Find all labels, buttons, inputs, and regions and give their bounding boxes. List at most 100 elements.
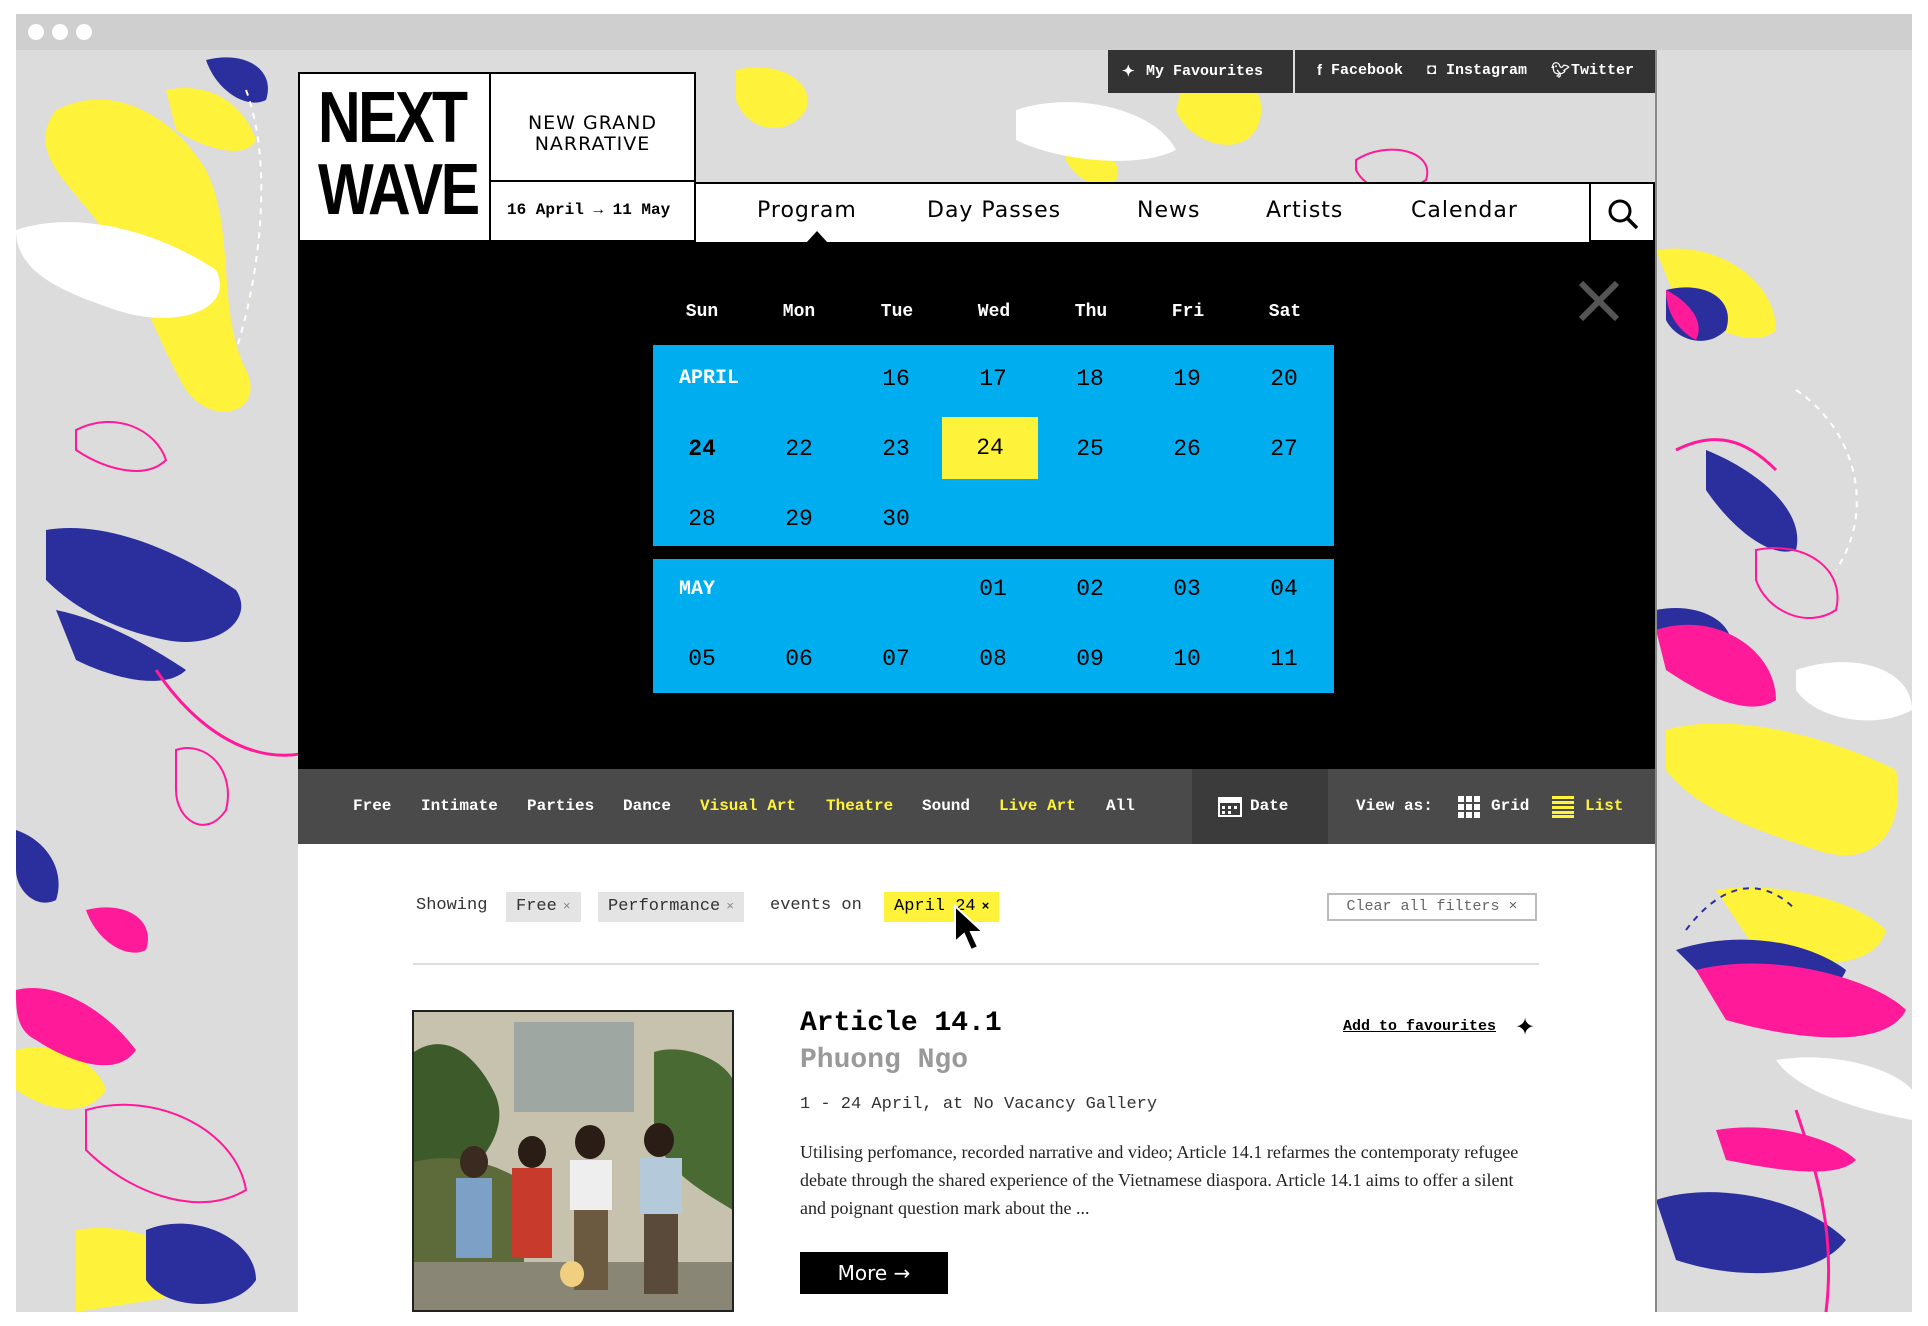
day-cell[interactable]: 07 [848, 628, 944, 690]
list-icon [1552, 796, 1574, 818]
page-edge [1655, 50, 1657, 1312]
filter-free[interactable]: Free [353, 797, 391, 815]
nav-artists[interactable]: Artists [1266, 198, 1343, 223]
filter-sound[interactable]: Sound [922, 797, 970, 815]
day-cell[interactable]: 01 [945, 558, 1041, 620]
favourite-star-icon[interactable]: ✦ [1515, 1013, 1535, 1042]
tagline-box: NEW GRAND NARRATIVE [491, 72, 696, 182]
date-filter-button[interactable]: Date [1192, 769, 1328, 844]
day-cell[interactable]: 16 [848, 348, 944, 410]
day-cell[interactable]: 20 [1236, 348, 1332, 410]
nav-calendar[interactable]: Calendar [1411, 198, 1518, 223]
filter-parties[interactable]: Parties [527, 797, 594, 815]
logo-line-2: WAVE [318, 150, 480, 230]
filter-dance[interactable]: Dance [623, 797, 671, 815]
day-cell[interactable]: 06 [751, 628, 847, 690]
may-label: MAY [679, 578, 716, 601]
today-cell[interactable]: 24 [654, 418, 750, 480]
twitter-icon: 🐦︎ [1551, 62, 1571, 79]
category-filter-bar [298, 769, 1655, 844]
event-when-where: 1 - 24 April, at No Vacancy Gallery [800, 1095, 1158, 1114]
instagram-link[interactable]: Instagram [1446, 62, 1527, 79]
search-icon [1608, 199, 1639, 230]
grid-icon [1458, 796, 1480, 818]
twitter-link[interactable]: Twitter [1571, 62, 1634, 79]
close-icon[interactable] [1577, 279, 1621, 323]
active-filter-performance[interactable]: Performance × [598, 892, 745, 922]
instagram-icon: ◘ [1427, 61, 1437, 78]
filter-intimate[interactable]: Intimate [421, 797, 498, 815]
logo-line-1: NEXT [318, 78, 468, 158]
tagline-line-1: NEW GRAND [527, 112, 658, 134]
day-cell[interactable]: 22 [751, 418, 847, 480]
view-as-label: View as: [1356, 797, 1433, 815]
festival-dates: 16 April → 11 May [507, 201, 671, 219]
star-icon: ✦ [1122, 63, 1135, 80]
selected-day-cell[interactable]: 24 [942, 417, 1038, 479]
remove-filter-icon[interactable]: × [726, 899, 734, 914]
day-cell[interactable]: 29 [751, 488, 847, 550]
day-cell[interactable]: 17 [945, 348, 1041, 410]
weekday-thu: Thu [1074, 302, 1108, 322]
window-dot-close[interactable] [28, 24, 44, 40]
calendar-icon [1218, 797, 1242, 817]
day-cell[interactable]: 18 [1042, 348, 1138, 410]
filter-live-art[interactable]: Live Art [999, 797, 1076, 815]
filter-visual-art[interactable]: Visual Art [700, 797, 796, 815]
add-to-favourites-link[interactable]: Add to favourites [1343, 1018, 1496, 1035]
day-cell[interactable]: 09 [1042, 628, 1138, 690]
clear-all-filters-button[interactable]: Clear all filters × [1327, 893, 1537, 921]
remove-filter-icon[interactable]: × [563, 899, 571, 914]
filter-theatre[interactable]: Theatre [826, 797, 893, 815]
active-filter-free[interactable]: Free × [506, 892, 581, 922]
social-links-bar: f Facebook ◘ Instagram 🐦︎ Twitter [1295, 50, 1655, 93]
filter-all[interactable]: All [1106, 797, 1135, 815]
browser-title-bar [16, 14, 1912, 50]
day-cell[interactable]: 04 [1236, 558, 1332, 620]
day-cell[interactable]: 26 [1139, 418, 1235, 480]
day-cell[interactable]: 08 [945, 628, 1041, 690]
search-button[interactable] [1589, 182, 1655, 242]
weekday-sun: Sun [685, 302, 719, 322]
weekday-tue: Tue [880, 302, 914, 322]
tagline-line-2: NARRATIVE [534, 133, 651, 155]
day-cell[interactable]: 10 [1139, 628, 1235, 690]
my-favourites-label: My Favourites [1146, 63, 1264, 80]
nav-program[interactable]: Program [757, 198, 857, 223]
mouse-cursor-icon [954, 904, 986, 952]
facebook-link[interactable]: Facebook [1331, 62, 1403, 79]
day-cell[interactable]: 30 [848, 488, 944, 550]
weekday-sat: Sat [1268, 302, 1302, 322]
day-cell[interactable]: 02 [1042, 558, 1138, 620]
events-on-label: events on [770, 896, 862, 915]
day-cell[interactable]: 28 [654, 488, 750, 550]
view-grid-button[interactable]: Grid [1491, 797, 1529, 815]
event-description: Utilising perfomance, recorded narrative… [800, 1142, 1519, 1218]
event-photo[interactable] [412, 1010, 734, 1312]
event-artist: Phuong Ngo [800, 1045, 969, 1076]
showing-label: Showing [416, 896, 488, 915]
my-favourites-button[interactable]: ✦ My Favourites [1108, 50, 1293, 93]
date-filter-label: Date [1250, 797, 1289, 815]
day-cell[interactable]: 27 [1236, 418, 1332, 480]
april-label: APRIL [679, 367, 740, 390]
more-button[interactable]: More → [800, 1252, 948, 1294]
nav-day-passes[interactable]: Day Passes [927, 198, 1061, 223]
view-list-button[interactable]: List [1585, 797, 1623, 815]
day-cell[interactable]: 23 [848, 418, 944, 480]
window-dot-maximize[interactable] [76, 24, 92, 40]
nav-news[interactable]: News [1137, 198, 1200, 223]
weekday-fri: Fri [1171, 302, 1205, 322]
day-cell[interactable]: 03 [1139, 558, 1235, 620]
day-cell[interactable]: 19 [1139, 348, 1235, 410]
window-dot-minimize[interactable] [52, 24, 68, 40]
festival-dates-box: 16 April → 11 May [491, 182, 696, 242]
event-title[interactable]: Article 14.1 [800, 1008, 1002, 1039]
day-cell[interactable]: 05 [654, 628, 750, 690]
day-cell[interactable]: 25 [1042, 418, 1138, 480]
site-logo[interactable]: NEXT WAVE [298, 72, 491, 242]
active-filter-performance-label: Performance [608, 897, 721, 916]
day-cell[interactable]: 11 [1236, 628, 1332, 690]
active-filter-free-label: Free [516, 897, 557, 916]
weekday-wed: Wed [977, 302, 1011, 322]
